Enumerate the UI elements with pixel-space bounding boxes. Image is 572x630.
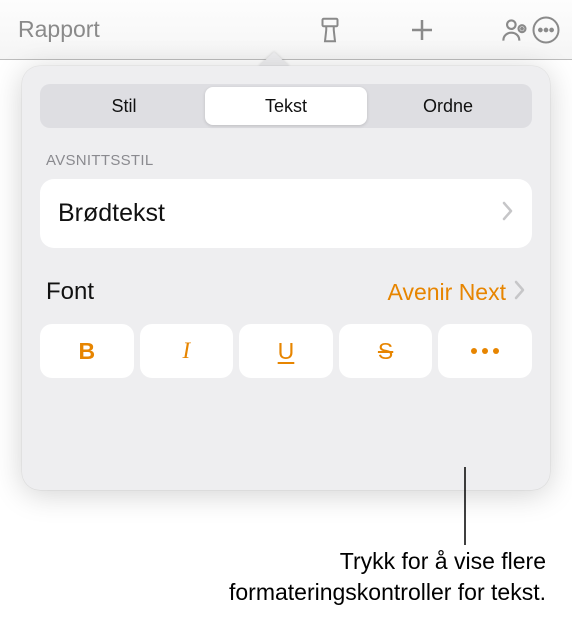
chevron-right-icon <box>502 201 514 226</box>
popover-arrow <box>258 52 290 67</box>
format-popover: Stil Tekst Ordne AVSNITTSSTIL Brødtekst … <box>22 66 550 490</box>
more-text-options-button[interactable] <box>438 324 532 378</box>
paragraph-style-row[interactable]: Brødtekst <box>40 179 532 248</box>
italic-button[interactable]: I <box>140 324 234 378</box>
toolbar-icons-group <box>314 14 530 46</box>
more-toolbar-icon[interactable] <box>530 14 562 46</box>
collaborate-icon[interactable] <box>498 14 530 46</box>
tab-tekst[interactable]: Tekst <box>205 87 367 125</box>
underline-button[interactable]: U <box>239 324 333 378</box>
add-icon[interactable] <box>406 14 438 46</box>
text-style-buttons: B I U S <box>40 324 532 378</box>
font-value: Avenir Next <box>388 279 506 306</box>
paragraph-style-value: Brødtekst <box>58 199 165 228</box>
callout-text: Trykk for å vise flere formateringskontr… <box>229 546 546 608</box>
tab-stil[interactable]: Stil <box>43 87 205 125</box>
callout-line-2: formateringskontroller for tekst. <box>229 577 546 608</box>
chevron-right-icon <box>514 280 526 305</box>
strikethrough-button[interactable]: S <box>339 324 433 378</box>
paragraph-style-label: AVSNITTSSTIL <box>46 152 532 169</box>
bold-button[interactable]: B <box>40 324 134 378</box>
format-brush-icon[interactable] <box>314 14 346 46</box>
document-title[interactable]: Rapport <box>18 16 100 43</box>
callout-line-1: Trykk for å vise flere <box>229 546 546 577</box>
font-label: Font <box>46 278 94 306</box>
tab-ordne[interactable]: Ordne <box>367 87 529 125</box>
format-tabs: Stil Tekst Ordne <box>40 84 532 128</box>
ellipsis-icon <box>471 348 499 354</box>
top-toolbar: Rapport <box>0 0 572 60</box>
font-row[interactable]: Font Avenir Next <box>40 278 532 318</box>
font-value-wrap: Avenir Next <box>388 279 526 306</box>
